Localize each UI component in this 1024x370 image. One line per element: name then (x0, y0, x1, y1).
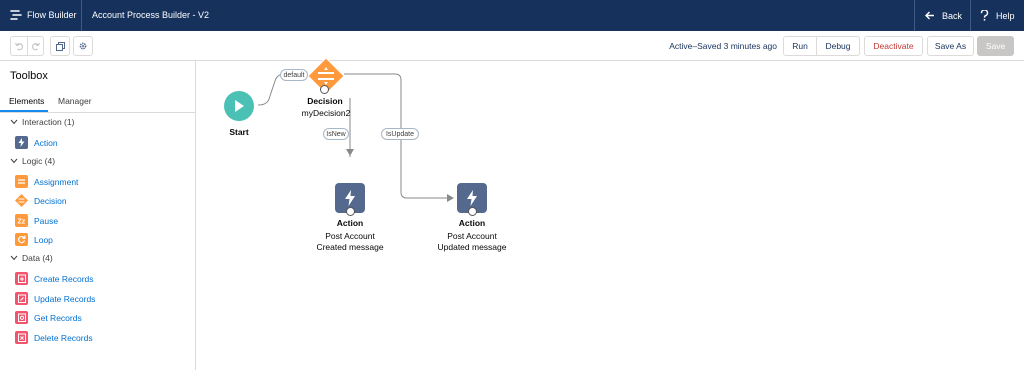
arrowhead (447, 194, 454, 202)
decision-icon (15, 194, 28, 207)
element-label: Assignment (34, 176, 79, 187)
start-node[interactable] (224, 91, 254, 121)
element-assignment[interactable]: Assignment (15, 175, 78, 188)
lightning-icon (15, 136, 28, 149)
undo-button[interactable] (11, 37, 27, 55)
element-label: Update Records (34, 293, 96, 304)
update-records-icon (15, 292, 28, 305)
loop-icon (15, 233, 28, 246)
help-icon (980, 10, 989, 21)
header-divider (81, 0, 82, 31)
element-label: Loop (34, 234, 53, 245)
section-label: Data (4) (22, 253, 53, 263)
element-label: Delete Records (34, 332, 93, 343)
element-loop[interactable]: Loop (15, 233, 53, 246)
element-update-records[interactable]: Update Records (15, 292, 95, 305)
save-as-button[interactable]: Save As (927, 36, 974, 56)
help-button[interactable]: Help (980, 0, 1015, 31)
undo-icon (14, 42, 23, 50)
element-get-records[interactable]: Get Records (15, 311, 82, 324)
start-label: Start (229, 127, 249, 137)
back-arrow-icon (925, 11, 934, 20)
header-divider (970, 0, 971, 31)
action-label: Action (458, 218, 486, 228)
undo-redo-group (10, 36, 44, 56)
save-button[interactable]: Save (977, 36, 1014, 56)
element-pause[interactable]: Zz Pause (15, 214, 58, 227)
element-delete-records[interactable]: Delete Records (15, 331, 93, 344)
section-logic[interactable]: Logic (4) (9, 156, 55, 166)
element-action[interactable]: Action (15, 136, 58, 149)
element-label: Create Records (34, 273, 94, 284)
section-label: Interaction (1) (22, 117, 75, 127)
debug-button[interactable]: Debug (816, 36, 860, 56)
settings-button[interactable] (73, 36, 93, 56)
redo-icon (31, 42, 40, 50)
copy-button[interactable] (50, 36, 70, 56)
section-label: Logic (4) (22, 156, 56, 166)
copy-icon (55, 41, 65, 51)
header-divider (914, 0, 915, 31)
back-button[interactable]: Back (925, 0, 962, 31)
connector-label-isupdate[interactable]: IsUpdate (381, 128, 419, 140)
element-decision[interactable]: Decision (15, 194, 67, 207)
toolbox-panel: Toolbox Elements Manager Interaction (1)… (0, 61, 196, 370)
toolbar: Active–Saved 3 minutes ago Run Debug Dea… (0, 31, 1024, 61)
action-name-line2: Created message (316, 242, 384, 252)
element-label: Pause (34, 215, 59, 226)
play-icon (235, 100, 244, 112)
action-anchor (468, 207, 477, 216)
chevron-down-icon (10, 158, 18, 164)
gear-icon (79, 42, 87, 50)
help-label: Help (996, 10, 1015, 21)
flow-title: Account Process Builder - V2 (92, 10, 210, 20)
element-label: Get Records (34, 312, 82, 323)
element-label: Action (34, 137, 58, 148)
section-data[interactable]: Data (4) (9, 253, 53, 263)
connector-label-default[interactable]: default (280, 69, 308, 81)
create-records-icon (15, 272, 28, 285)
app-title: Flow Builder (27, 10, 77, 20)
lightning-icon (345, 190, 355, 206)
get-records-icon (15, 311, 28, 324)
flow-logo-icon (10, 10, 22, 20)
deactivate-button[interactable]: Deactivate (864, 36, 923, 56)
decision-api-name: myDecision2 (301, 108, 351, 118)
redo-button[interactable] (27, 37, 43, 55)
action-name-line2: Updated message (437, 242, 507, 252)
action-anchor (346, 207, 355, 216)
arrowhead (346, 149, 354, 156)
decision-label: Decision (307, 96, 343, 106)
tab-elements[interactable]: Elements (9, 96, 44, 106)
lightning-icon (467, 190, 477, 206)
assignment-icon (15, 175, 28, 188)
action-label: Action (336, 218, 364, 228)
element-label: Decision (34, 195, 67, 206)
connector-label-isnew[interactable]: IsNew (323, 128, 349, 140)
run-button[interactable]: Run (783, 36, 817, 56)
delete-records-icon (15, 331, 28, 344)
toolbox-tabs: Elements Manager (0, 89, 195, 113)
flow-canvas[interactable]: Start Decision myDecision2 default IsNew… (197, 57, 1024, 370)
chevron-down-icon (10, 255, 18, 261)
chevron-down-icon (10, 119, 18, 125)
save-status: Active–Saved 3 minutes ago (669, 41, 777, 51)
decision-anchor (320, 85, 329, 94)
svg-text:Zz: Zz (18, 219, 26, 226)
back-label: Back (942, 10, 963, 21)
tab-manager[interactable]: Manager (58, 96, 92, 106)
pause-icon: Zz (15, 214, 28, 227)
section-interaction[interactable]: Interaction (1) (9, 117, 74, 127)
active-tab-indicator (0, 110, 48, 112)
element-create-records[interactable]: Create Records (15, 272, 94, 285)
toolbox-title: Toolbox (10, 70, 48, 82)
app-header: Flow Builder Account Process Builder - V… (0, 0, 1024, 31)
